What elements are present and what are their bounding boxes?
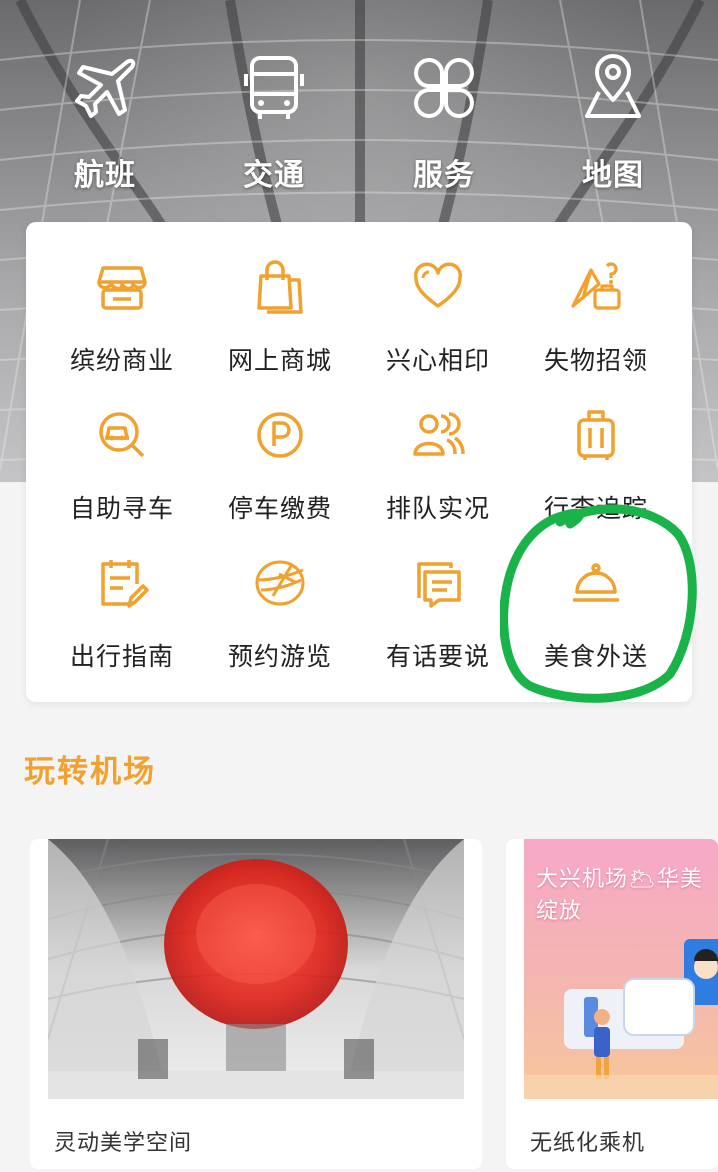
paperless-boarding-illustration: 大兴机场🌥华美绽放 xyxy=(524,839,718,1099)
service-label: 出行指南 xyxy=(69,642,174,671)
airplane-icon xyxy=(75,58,136,118)
tour-plane-icon xyxy=(255,560,305,606)
service-find-car[interactable]: 自助寻车 xyxy=(42,390,202,530)
find-car-icon xyxy=(99,412,145,458)
service-online-store[interactable]: 网上商城 xyxy=(200,242,360,382)
nav-transport[interactable]: 交通 xyxy=(204,40,344,200)
feature-card-paperless-boarding[interactable]: 大兴机场🌥华美绽放 无纸化乘机 xyxy=(506,839,718,1169)
clover-grid-icon xyxy=(414,58,474,118)
top-nav: 航班 交通 服务 地图 xyxy=(0,40,718,200)
luggage-icon xyxy=(577,410,615,460)
queue-people-icon xyxy=(413,412,465,456)
feature-caption: 无纸化乘机 xyxy=(530,1131,646,1156)
service-label: 缤纷商业 xyxy=(69,346,174,375)
service-label: 排队实况 xyxy=(385,494,490,523)
promo-banner-text: 大兴机场🌥华美绽放 xyxy=(536,867,703,924)
nav-services-label: 服务 xyxy=(413,158,475,193)
nav-transport-label: 交通 xyxy=(243,158,305,193)
service-lost-found[interactable]: 失物招领 xyxy=(516,242,676,382)
nav-map[interactable]: 地图 xyxy=(543,40,683,200)
guide-clipboard-icon xyxy=(101,560,149,608)
nav-flights[interactable]: 航班 xyxy=(35,40,175,200)
store-icon xyxy=(97,266,147,310)
service-label: 兴心相印 xyxy=(385,346,490,375)
service-shopping-mall[interactable]: 缤纷商业 xyxy=(42,242,202,382)
nav-services[interactable]: 服务 xyxy=(374,40,514,200)
lost-and-found-icon xyxy=(571,262,621,310)
service-queue-status[interactable]: 排队实况 xyxy=(358,390,518,530)
shopping-bag-icon xyxy=(257,260,303,314)
map-pin-icon xyxy=(585,54,641,118)
service-book-tour[interactable]: 预约游览 xyxy=(200,538,360,678)
service-feedback[interactable]: 有话要说 xyxy=(358,538,518,678)
nav-flights-label: 航班 xyxy=(74,158,136,193)
section-title: 玩转机场 xyxy=(24,754,156,790)
service-label: 自助寻车 xyxy=(69,494,174,523)
red-sculpture-photo xyxy=(48,839,464,1099)
service-xinxin[interactable]: 兴心相印 xyxy=(358,242,518,382)
feature-card-art-space[interactable]: 灵动美学空间 xyxy=(30,839,482,1169)
parking-icon xyxy=(257,412,303,458)
bus-icon xyxy=(244,56,304,119)
service-label: 停车缴费 xyxy=(227,494,332,523)
service-label: 预约游览 xyxy=(227,642,332,671)
service-label: 失物招领 xyxy=(543,346,648,375)
nav-map-label: 地图 xyxy=(582,158,644,193)
service-label: 网上商城 xyxy=(227,346,332,375)
service-travel-guide[interactable]: 出行指南 xyxy=(42,538,202,678)
annotation-circle xyxy=(500,504,697,703)
service-label: 有话要说 xyxy=(385,642,490,671)
feature-caption: 灵动美学空间 xyxy=(54,1131,193,1156)
feedback-icon xyxy=(417,562,461,608)
heart-icon xyxy=(413,262,463,308)
service-parking-fee[interactable]: 停车缴费 xyxy=(200,390,360,530)
